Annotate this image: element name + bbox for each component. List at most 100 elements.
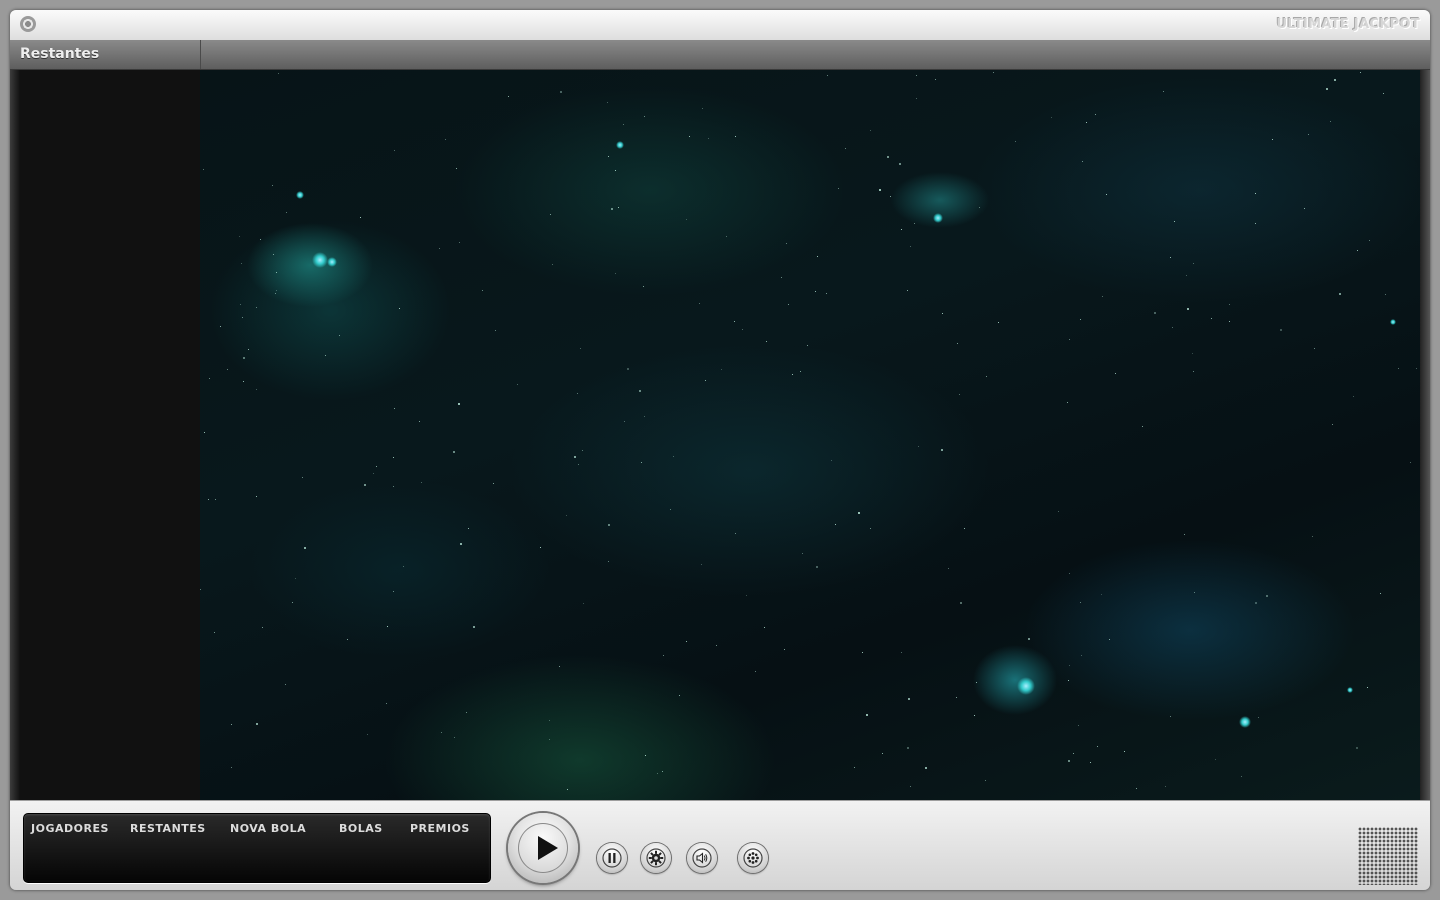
volume-button[interactable] <box>687 843 717 873</box>
nebula-glow <box>327 257 337 267</box>
star <box>376 466 377 467</box>
star <box>421 482 422 483</box>
star <box>1028 638 1030 640</box>
remaining-panel <box>10 70 200 800</box>
star <box>1339 293 1341 295</box>
star <box>721 369 722 370</box>
star <box>673 456 674 457</box>
star <box>394 150 395 151</box>
star <box>1215 759 1216 760</box>
star <box>256 723 258 725</box>
star <box>993 72 994 73</box>
star <box>974 715 975 716</box>
game-stage <box>200 70 1420 800</box>
star <box>1069 339 1070 340</box>
star <box>686 641 687 642</box>
star <box>273 254 274 255</box>
play-button[interactable] <box>508 813 578 883</box>
star <box>517 384 518 385</box>
star <box>1109 639 1110 640</box>
nebula-glow <box>933 213 943 223</box>
settings-button[interactable] <box>641 843 671 873</box>
star <box>1187 308 1189 310</box>
star <box>1357 250 1358 251</box>
star <box>393 457 394 458</box>
star <box>1102 296 1103 297</box>
star <box>615 273 616 274</box>
star <box>1360 72 1361 73</box>
star <box>1330 121 1331 122</box>
star <box>935 79 936 80</box>
star <box>256 389 257 390</box>
star <box>325 355 326 356</box>
star <box>559 666 560 667</box>
star <box>686 219 687 220</box>
star <box>339 335 340 336</box>
star <box>1280 329 1282 331</box>
star <box>220 326 221 327</box>
star <box>916 98 917 99</box>
star <box>1416 368 1417 369</box>
star <box>445 139 446 140</box>
star <box>882 753 883 754</box>
star <box>914 223 915 224</box>
star <box>1086 122 1087 123</box>
star <box>979 207 980 208</box>
star <box>827 75 828 76</box>
star <box>360 217 361 218</box>
star <box>208 499 209 500</box>
pause-button[interactable] <box>597 843 627 873</box>
star <box>1090 762 1091 763</box>
star <box>948 568 949 569</box>
star <box>1170 716 1171 717</box>
star <box>645 755 646 756</box>
star <box>508 96 509 97</box>
star <box>387 626 388 627</box>
star <box>910 246 911 247</box>
star <box>976 682 977 683</box>
star <box>577 393 578 394</box>
star <box>549 720 550 721</box>
star <box>862 652 863 653</box>
star <box>746 595 747 596</box>
star <box>792 374 793 375</box>
effects-button[interactable] <box>738 843 768 873</box>
star <box>243 381 244 382</box>
app-window: ULTIMATE JACKPOT Restantes JOGADORES RES… <box>10 10 1430 890</box>
star <box>807 345 808 346</box>
star <box>784 649 785 650</box>
star <box>495 330 496 331</box>
star <box>272 185 273 186</box>
star <box>1380 593 1381 594</box>
star <box>1369 240 1370 241</box>
star <box>373 473 374 474</box>
star <box>726 236 727 237</box>
star <box>916 75 917 76</box>
app-menu-icon[interactable] <box>20 16 36 32</box>
star <box>386 703 387 704</box>
star <box>1136 788 1137 789</box>
star <box>644 416 645 417</box>
pause-icon <box>602 848 622 868</box>
left-panel-title: Restantes <box>20 46 100 62</box>
star <box>260 239 261 240</box>
star <box>242 317 243 318</box>
star <box>582 450 583 451</box>
star <box>800 371 801 372</box>
info-label-balls: BOLAS <box>339 822 383 835</box>
star <box>1398 368 1399 369</box>
star <box>1266 595 1268 597</box>
title-bar: ULTIMATE JACKPOT <box>10 10 1430 41</box>
star <box>552 264 553 265</box>
star <box>1308 134 1309 135</box>
star <box>203 169 204 170</box>
star <box>907 290 908 291</box>
star <box>399 308 400 309</box>
star <box>755 671 756 672</box>
star <box>964 528 965 529</box>
star <box>1272 139 1273 140</box>
star <box>960 602 962 604</box>
star <box>831 460 832 461</box>
star <box>1170 257 1171 258</box>
star <box>1015 141 1016 142</box>
